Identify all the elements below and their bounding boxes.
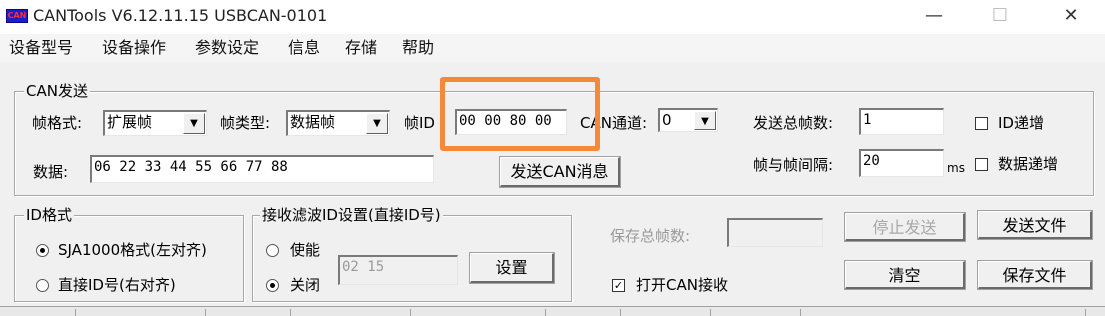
channel-value: 0 [662,111,672,129]
data-increment-checkbox[interactable] [975,158,988,171]
interval-unit: ms [947,161,965,175]
save-file-button[interactable]: 保存文件 [977,260,1093,290]
interval-label: 帧与帧间隔: [753,156,834,174]
total-frames-input[interactable]: 1 [859,108,944,135]
data-label: 数据: [33,163,69,181]
save-total-input [727,218,823,247]
clear-button[interactable]: 清空 [844,260,966,290]
filter-disable-label: 关闭 [290,276,321,294]
status-separator [545,309,546,316]
filter-id-input: 02 15 [338,255,458,285]
menu-info[interactable]: 信息 [288,38,320,58]
frame-type-select[interactable]: 数据帧 ▼ [286,110,390,136]
menu-help[interactable]: 帮助 [402,38,434,58]
status-separator [620,309,621,316]
send-file-button[interactable]: 发送文件 [977,210,1093,240]
data-increment-label: 数据递增 [998,155,1059,173]
data-input[interactable]: 06 22 33 44 55 66 77 88 [90,155,434,183]
frame-format-value: 扩展帧 [107,113,153,131]
chevron-down-icon[interactable]: ▼ [694,111,716,130]
close-button[interactable]: ✕ [1048,0,1094,34]
chevron-down-icon[interactable]: ▼ [366,113,388,134]
status-separator [205,309,206,316]
menu-device-model[interactable]: 设备型号 [9,38,73,58]
frame-id-highlight [440,77,600,151]
menu-parameter-settings[interactable]: 参数设定 [195,38,259,58]
send-can-message-button[interactable]: 发送CAN消息 [499,156,621,188]
id-format-legend: ID格式 [24,206,74,224]
filter-disable-radio[interactable] [266,279,279,292]
direct-id-radio[interactable] [36,279,49,292]
filter-enable-label: 使能 [290,241,321,259]
status-bar [0,306,1105,316]
status-separator [75,309,76,316]
id-increment-checkbox[interactable] [975,117,988,130]
total-frames-label: 发送总帧数: [753,114,834,132]
status-separator [1085,309,1086,316]
id-increment-label: ID递增 [998,114,1044,132]
channel-select[interactable]: 0 ▼ [658,108,718,132]
sja1000-label: SJA1000格式(左对齐) [58,241,207,259]
sja1000-radio[interactable] [36,244,49,257]
rx-filter-legend: 接收滤波ID设置(直接ID号) [260,206,443,224]
menu-device-operation[interactable]: 设备操作 [102,38,166,58]
stop-send-button[interactable]: 停止发送 [844,212,966,242]
save-total-label: 保存总帧数: [610,227,691,245]
status-separator [290,309,291,316]
window-title: CANTools V6.12.11.15 USBCAN-0101 [33,6,328,25]
minimize-button[interactable]: — [911,0,957,34]
frame-type-value: 数据帧 [290,113,336,131]
open-receive-label: 打开CAN接收 [636,276,728,294]
maximize-button[interactable]: ☐ [977,0,1023,34]
filter-enable-radio[interactable] [266,244,279,257]
frame-id-label: 帧ID [404,114,435,132]
status-separator [410,309,411,316]
status-separator [800,309,801,316]
interval-input[interactable]: 20 [859,149,944,177]
status-separator [710,309,711,316]
direct-id-label: 直接ID号(右对齐) [58,276,176,294]
frame-format-select[interactable]: 扩展帧 ▼ [103,110,207,136]
can-send-legend: CAN发送 [24,82,90,100]
frame-format-label: 帧格式: [32,114,83,132]
chevron-down-icon[interactable]: ▼ [183,113,205,134]
menu-storage[interactable]: 存储 [345,38,377,58]
frame-type-label: 帧类型: [220,114,271,132]
app-icon: CAN [6,9,28,23]
filter-set-button[interactable]: 设置 [469,252,555,284]
open-receive-checkbox[interactable]: ✓ [612,279,625,292]
